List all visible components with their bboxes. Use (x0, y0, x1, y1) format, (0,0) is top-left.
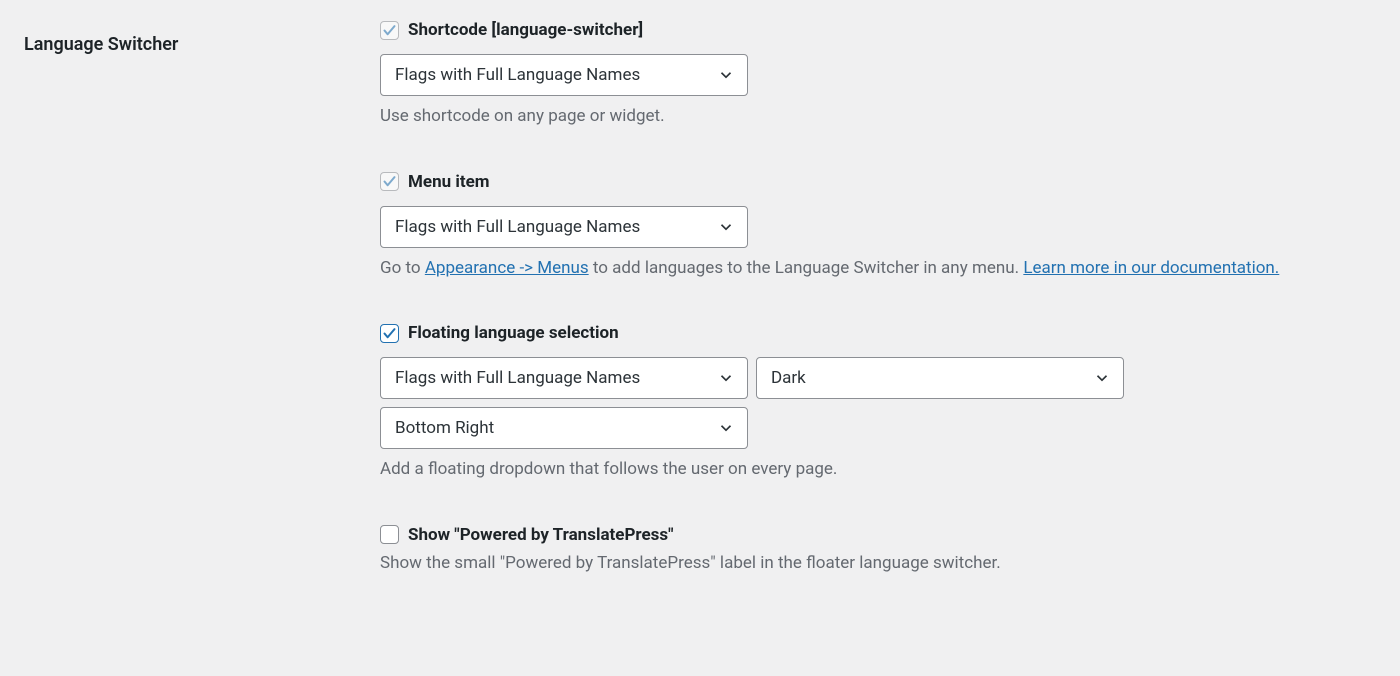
menu-item-description: Go to Appearance -> Menus to add languag… (380, 256, 1360, 282)
shortcode-checkbox (380, 21, 399, 40)
select-value: Flags with Full Language Names (395, 217, 640, 237)
chevron-down-icon (717, 369, 735, 387)
powered-description: Show the small "Powered by TranslatePres… (380, 551, 1360, 577)
menu-item-display-select[interactable]: Flags with Full Language Names (380, 206, 748, 248)
desc-text: Go to (380, 258, 425, 278)
floating-theme-select[interactable]: Dark (756, 357, 1124, 399)
floating-checkbox[interactable] (380, 324, 399, 343)
floating-position-select[interactable]: Bottom Right (380, 407, 748, 449)
shortcode-block: Shortcode [language-switcher] Flags with… (380, 20, 1376, 130)
section-label: Language Switcher (24, 34, 178, 55)
desc-text: to add languages to the Language Switche… (589, 258, 1024, 278)
check-icon (382, 326, 397, 341)
chevron-down-icon (717, 419, 735, 437)
floating-block: Floating language selection Flags with F… (380, 323, 1376, 483)
floating-label: Floating language selection (408, 323, 619, 343)
select-value: Flags with Full Language Names (395, 368, 640, 388)
powered-block: Show "Powered by TranslatePress" Show th… (380, 525, 1376, 577)
chevron-down-icon (1093, 369, 1111, 387)
menu-item-label: Menu item (408, 172, 490, 192)
check-icon (382, 174, 397, 189)
check-icon (382, 23, 397, 38)
shortcode-display-select[interactable]: Flags with Full Language Names (380, 54, 748, 96)
shortcode-description: Use shortcode on any page or widget. (380, 104, 1360, 130)
powered-checkbox[interactable] (380, 525, 399, 544)
chevron-down-icon (717, 218, 735, 236)
floating-description: Add a floating dropdown that follows the… (380, 457, 1360, 483)
powered-label: Show "Powered by TranslatePress" (408, 525, 674, 545)
appearance-menus-link[interactable]: Appearance -> Menus (425, 258, 589, 278)
menu-item-block: Menu item Flags with Full Language Names… (380, 172, 1376, 282)
menu-item-checkbox (380, 172, 399, 191)
shortcode-label: Shortcode [language-switcher] (408, 20, 643, 40)
chevron-down-icon (717, 66, 735, 84)
floating-display-select[interactable]: Flags with Full Language Names (380, 357, 748, 399)
select-value: Dark (771, 368, 806, 388)
select-value: Flags with Full Language Names (395, 65, 640, 85)
documentation-link[interactable]: Learn more in our documentation. (1023, 258, 1279, 278)
select-value: Bottom Right (395, 418, 494, 438)
